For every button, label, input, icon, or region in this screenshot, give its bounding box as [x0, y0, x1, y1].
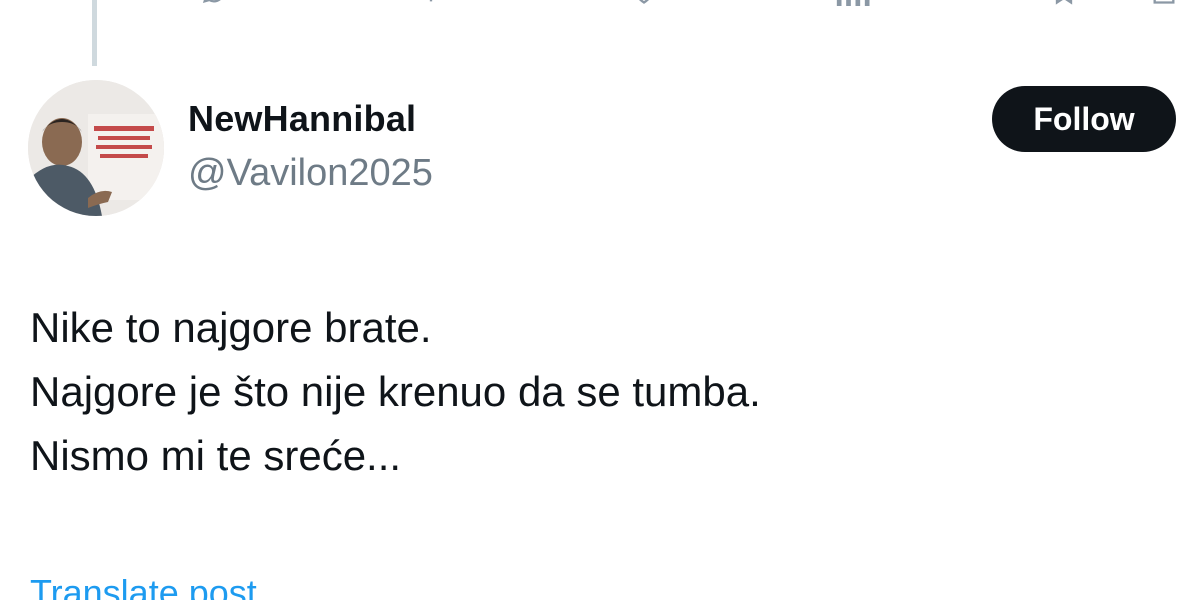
avatar[interactable] [28, 80, 164, 216]
post-text-line: Najgore je što nije krenuo da se tumba. [30, 368, 761, 415]
post-text: Nike to najgore brate. Najgore je što ni… [30, 296, 761, 488]
post-text-line: Nismo mi te sreće... [30, 432, 402, 479]
like-icon[interactable] [630, 0, 658, 6]
author-handle[interactable]: @Vavilon2025 [188, 152, 433, 195]
author-display-name[interactable]: NewHannibal [188, 98, 416, 140]
post-text-line: Nike to najgore brate. [30, 304, 432, 351]
share-icon[interactable] [1150, 0, 1178, 6]
post-view: NewHannibal @Vavilon2025 Follow Nike to … [0, 0, 1200, 600]
parent-post-action-row [0, 0, 1200, 8]
profile-photo-icon [28, 80, 164, 216]
reply-icon[interactable] [200, 0, 228, 6]
thread-connector-line [92, 0, 97, 66]
translate-post-link[interactable]: Translate post [30, 572, 257, 600]
bookmark-icon[interactable] [1050, 0, 1078, 6]
repost-icon[interactable] [410, 0, 438, 6]
views-icon[interactable] [832, 0, 872, 7]
follow-button[interactable]: Follow [992, 86, 1176, 152]
